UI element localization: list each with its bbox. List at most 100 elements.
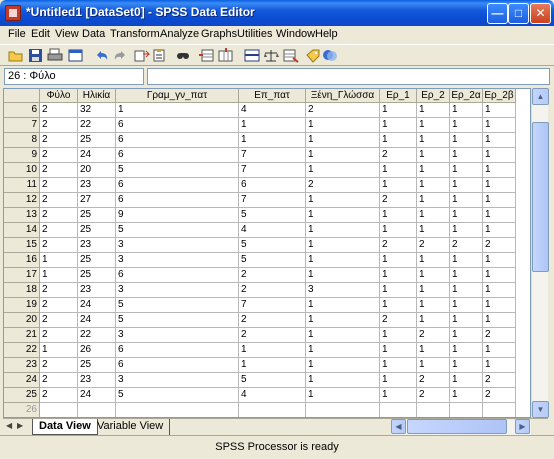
data-cell[interactable]: 3 xyxy=(306,283,380,298)
data-cell[interactable]: 1 xyxy=(40,343,78,358)
data-cell[interactable]: 1 xyxy=(239,343,306,358)
data-cell[interactable]: 1 xyxy=(483,193,516,208)
data-cell[interactable]: 6 xyxy=(116,343,239,358)
data-cell[interactable]: 1 xyxy=(450,208,483,223)
data-grid[interactable]: Φύλο Ηλικία Γραμ_γν_πατ Επ_πατ Ξένη_Γλώσσα Ερ… xyxy=(3,88,531,418)
menu-file[interactable]: File xyxy=(8,28,26,40)
row-number-header[interactable]: 17 xyxy=(4,268,40,283)
row-number-header[interactable]: 12 xyxy=(4,193,40,208)
data-cell[interactable] xyxy=(306,403,380,417)
column-header[interactable]: Φύλο xyxy=(40,89,78,103)
data-cell[interactable]: 1 xyxy=(380,343,417,358)
row-number-header[interactable]: 15 xyxy=(4,238,40,253)
data-cell[interactable]: 1 xyxy=(450,313,483,328)
data-cell[interactable]: 1 xyxy=(40,253,78,268)
data-cell[interactable]: 20 xyxy=(78,163,116,178)
data-cell[interactable]: 6 xyxy=(116,178,239,193)
data-cell[interactable]: 1 xyxy=(417,268,450,283)
data-cell[interactable]: 1 xyxy=(483,268,516,283)
data-cell[interactable]: 2 xyxy=(40,208,78,223)
data-cell[interactable]: 1 xyxy=(483,148,516,163)
data-cell[interactable]: 2 xyxy=(239,283,306,298)
data-cell[interactable] xyxy=(78,403,116,417)
data-cell[interactable]: 1 xyxy=(417,103,450,118)
column-header[interactable]: Γραμ_γν_πατ xyxy=(116,89,239,103)
data-cell[interactable]: 4 xyxy=(239,388,306,403)
column-header[interactable]: Ηλικία xyxy=(78,89,116,103)
data-cell[interactable]: 1 xyxy=(306,343,380,358)
scroll-right-button[interactable]: ▶ xyxy=(515,419,530,434)
close-button[interactable]: ✕ xyxy=(530,3,551,24)
cell-value-field[interactable] xyxy=(147,68,550,85)
spss-app-icon[interactable] xyxy=(5,5,21,21)
data-cell[interactable]: 2 xyxy=(40,118,78,133)
menu-help[interactable]: Help xyxy=(315,28,338,40)
data-cell[interactable] xyxy=(380,403,417,417)
data-cell[interactable] xyxy=(450,403,483,417)
data-cell[interactable]: 5 xyxy=(116,223,239,238)
data-cell[interactable]: 7 xyxy=(239,298,306,313)
data-cell[interactable]: 1 xyxy=(306,163,380,178)
data-cell[interactable]: 1 xyxy=(239,118,306,133)
data-cell[interactable]: 3 xyxy=(116,238,239,253)
data-cell[interactable]: 1 xyxy=(483,163,516,178)
data-cell[interactable]: 1 xyxy=(380,178,417,193)
data-cell[interactable]: 24 xyxy=(78,148,116,163)
column-header[interactable]: Επ_πατ xyxy=(239,89,306,103)
menu-window[interactable]: Window xyxy=(276,28,315,40)
tab-data-view[interactable]: Data View xyxy=(32,419,98,435)
data-cell[interactable]: 1 xyxy=(306,193,380,208)
data-cell[interactable]: 1 xyxy=(483,103,516,118)
data-cell[interactable]: 25 xyxy=(78,208,116,223)
row-number-header[interactable]: 10 xyxy=(4,163,40,178)
data-cell[interactable]: 1 xyxy=(417,343,450,358)
data-cell[interactable]: 1 xyxy=(380,298,417,313)
scroll-left-button[interactable]: ◀ xyxy=(391,419,406,434)
row-number-header[interactable]: 24 xyxy=(4,373,40,388)
data-cell[interactable]: 6 xyxy=(116,118,239,133)
data-cell[interactable]: 22 xyxy=(78,328,116,343)
data-cell[interactable]: 2 xyxy=(380,148,417,163)
data-cell[interactable]: 2 xyxy=(483,373,516,388)
data-cell[interactable]: 5 xyxy=(116,163,239,178)
data-cell[interactable]: 32 xyxy=(78,103,116,118)
data-cell[interactable]: 2 xyxy=(239,268,306,283)
data-cell[interactable]: 1 xyxy=(450,373,483,388)
data-cell[interactable]: 1 xyxy=(483,313,516,328)
data-cell[interactable]: 1 xyxy=(306,373,380,388)
row-number-header[interactable]: 6 xyxy=(4,103,40,118)
data-cell[interactable]: 2 xyxy=(483,328,516,343)
data-cell[interactable]: 1 xyxy=(450,163,483,178)
data-cell[interactable]: 1 xyxy=(380,253,417,268)
data-cell[interactable]: 1 xyxy=(450,343,483,358)
row-number-header[interactable]: 18 xyxy=(4,283,40,298)
data-cell[interactable]: 5 xyxy=(239,238,306,253)
data-cell[interactable]: 1 xyxy=(380,283,417,298)
data-cell[interactable]: 1 xyxy=(483,118,516,133)
data-cell[interactable]: 2 xyxy=(417,328,450,343)
open-icon[interactable] xyxy=(8,48,24,63)
data-cell[interactable]: 7 xyxy=(239,163,306,178)
data-cell[interactable]: 1 xyxy=(417,118,450,133)
data-cell[interactable]: 1 xyxy=(417,193,450,208)
data-cell[interactable]: 1 xyxy=(306,223,380,238)
data-cell[interactable]: 1 xyxy=(450,193,483,208)
minimize-button[interactable]: — xyxy=(487,3,508,24)
data-cell[interactable]: 1 xyxy=(239,358,306,373)
data-cell[interactable]: 1 xyxy=(380,358,417,373)
data-cell[interactable]: 5 xyxy=(116,298,239,313)
data-cell[interactable]: 1 xyxy=(483,208,516,223)
data-cell[interactable]: 1 xyxy=(450,253,483,268)
data-cell[interactable]: 5 xyxy=(116,388,239,403)
data-cell[interactable]: 1 xyxy=(306,313,380,328)
data-cell[interactable]: 1 xyxy=(380,118,417,133)
maximize-button[interactable]: □ xyxy=(508,3,529,24)
data-cell[interactable]: 1 xyxy=(306,133,380,148)
data-cell[interactable]: 1 xyxy=(380,103,417,118)
column-header[interactable]: Ξένη_Γλώσσα xyxy=(306,89,380,103)
tab-variable-view[interactable]: Variable View xyxy=(91,419,171,435)
data-cell[interactable]: 5 xyxy=(239,373,306,388)
data-cell[interactable]: 7 xyxy=(239,193,306,208)
data-cell[interactable]: 2 xyxy=(40,163,78,178)
data-cell[interactable]: 2 xyxy=(40,358,78,373)
